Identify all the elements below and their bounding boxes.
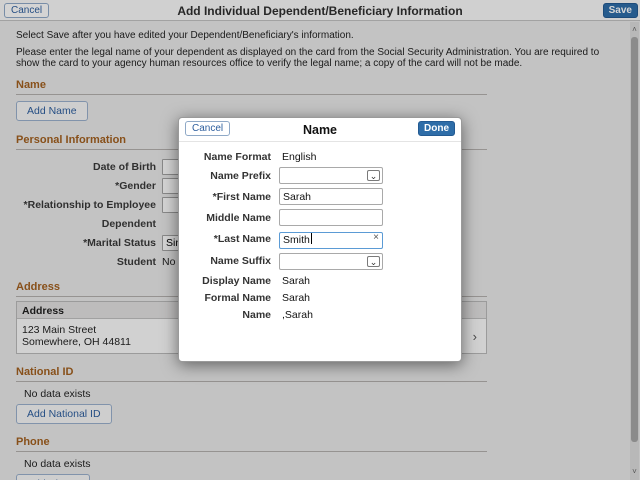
name-format-value: English [279, 151, 316, 163]
row-first-name: *First Name [179, 188, 461, 205]
dropdown-chevron-icon: ⌄ [367, 256, 380, 267]
modal-done-button[interactable]: Done [418, 121, 455, 136]
first-name-input[interactable] [279, 188, 383, 205]
modal-body: Name Format English Name Prefix ⌄ *First… [179, 142, 461, 322]
name-prefix-select[interactable]: ⌄ [279, 167, 383, 184]
middle-name-label: Middle Name [179, 212, 271, 224]
last-name-input[interactable] [279, 232, 383, 249]
row-name-prefix: Name Prefix ⌄ [179, 167, 461, 184]
clear-field-icon[interactable]: × [373, 232, 379, 243]
name-modal: Cancel Name Done Name Format English Nam… [178, 117, 462, 362]
display-name-value: Sarah [279, 275, 310, 287]
last-name-field-wrapper: × [279, 230, 383, 249]
middle-name-input[interactable] [279, 209, 383, 226]
first-name-label: *First Name [179, 191, 271, 203]
name-suffix-select[interactable]: ⌄ [279, 253, 383, 270]
text-cursor [311, 233, 312, 244]
name-format-label: Name Format [179, 151, 271, 163]
name-label: Name [179, 309, 271, 321]
display-name-label: Display Name [179, 275, 271, 287]
last-name-label: *Last Name [179, 233, 271, 245]
row-last-name: *Last Name × [179, 230, 461, 249]
name-value: ,Sarah [279, 309, 313, 321]
dropdown-chevron-icon: ⌄ [367, 170, 380, 181]
modal-header: Cancel Name Done [179, 118, 461, 142]
row-name-format: Name Format English [179, 150, 461, 164]
name-suffix-label: Name Suffix [179, 255, 271, 267]
row-middle-name: Middle Name [179, 209, 461, 226]
formal-name-label: Formal Name [179, 292, 271, 304]
formal-name-value: Sarah [279, 292, 310, 304]
row-name: Name ,Sarah [179, 308, 461, 322]
row-formal-name: Formal Name Sarah [179, 291, 461, 305]
row-display-name: Display Name Sarah [179, 274, 461, 288]
row-name-suffix: Name Suffix ⌄ [179, 253, 461, 270]
name-prefix-label: Name Prefix [179, 170, 271, 182]
